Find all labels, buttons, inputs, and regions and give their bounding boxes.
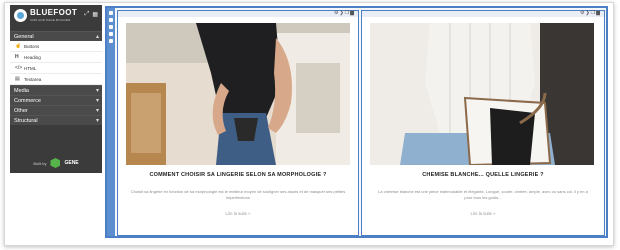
- move-icon[interactable]: [109, 11, 113, 15]
- section-general[interactable]: General ▴: [10, 31, 102, 41]
- grid-icon[interactable]: ▦: [92, 11, 98, 18]
- item-textarea[interactable]: ▤ Textarea: [10, 74, 102, 85]
- section-commerce-label: Commerce: [14, 98, 41, 104]
- chevron-down-icon: ▾: [95, 118, 99, 124]
- gene-label: GENE: [64, 160, 79, 166]
- built-by-footer: Built by GENE: [10, 153, 102, 173]
- settings-icon[interactable]: [109, 18, 113, 22]
- section-other[interactable]: Other ▾: [10, 105, 102, 115]
- item-label: Buttons: [24, 44, 40, 49]
- item-label: HTML: [24, 66, 37, 71]
- bluefoot-panel: BLUEFOOT CMS AND PAGE BUILDER ⤢ ▦ Genera…: [10, 5, 102, 173]
- item-label: Textarea: [24, 77, 42, 82]
- section-structural-label: Structural: [14, 118, 38, 124]
- item-buttons[interactable]: ☝ Buttons: [10, 41, 102, 52]
- code-icon: </>: [15, 65, 23, 71]
- add-icon[interactable]: [109, 32, 113, 36]
- section-commerce[interactable]: Commerce ▾: [10, 95, 102, 105]
- column-2[interactable]: ⚙❯❐▆ CHEMISE BLANCHE... QUELLE LINGERIE …: [361, 10, 605, 236]
- general-items: ☝ Buttons H Heading </> HTML ▤ Textarea: [10, 41, 102, 85]
- article-excerpt: La chemise blanche est une pièce indémod…: [378, 189, 588, 200]
- item-label: Heading: [24, 55, 41, 60]
- read-more-link[interactable]: Lire la suite »: [118, 211, 358, 216]
- shirt-photo: [370, 23, 594, 165]
- trash-icon[interactable]: ▆: [596, 10, 601, 16]
- column-1[interactable]: ⚙❯❐▆ COMMENT CHOISIR SA LINGERIE SELON S…: [117, 10, 359, 236]
- built-by-label: Built by: [33, 160, 47, 166]
- read-more-link[interactable]: Lire la suite »: [362, 211, 604, 216]
- article-image: [370, 23, 594, 165]
- section-general-label: General: [14, 34, 34, 40]
- editor-stage: ⚙❯❐▆ COMMENT CHOISIR SA LINGERIE SELON S…: [105, 6, 608, 238]
- trash-icon[interactable]: ▆: [350, 10, 355, 16]
- gene-logo-icon: [50, 158, 61, 168]
- brand-name: BLUEFOOT: [30, 8, 78, 17]
- section-media-label: Media: [14, 88, 29, 94]
- article-image: [126, 23, 350, 165]
- delete-icon[interactable]: [109, 39, 113, 43]
- textarea-icon: ▤: [15, 76, 20, 82]
- lingerie-photo: [126, 23, 350, 165]
- row-toolbar: [107, 8, 115, 236]
- pointer-icon: ☝: [15, 43, 22, 49]
- heading-icon: H: [15, 54, 19, 60]
- expand-icon[interactable]: ⤢: [85, 11, 90, 18]
- column-toolbar: ⚙❯❐▆: [118, 10, 358, 17]
- article-title: COMMENT CHOISIR SA LINGERIE SELON SA MOR…: [149, 172, 327, 178]
- bluefoot-logo-icon: [14, 9, 27, 22]
- article-excerpt: Choisir sa lingerie en fonction de sa mo…: [130, 189, 346, 200]
- section-other-label: Other: [14, 108, 28, 114]
- column-toolbar: ⚙❯❐▆: [362, 10, 604, 17]
- article-title: CHEMISE BLANCHE... QUELLE LINGERIE ?: [422, 172, 544, 178]
- item-html[interactable]: </> HTML: [10, 63, 102, 74]
- brand-tagline: CMS AND PAGE BUILDER: [30, 18, 71, 22]
- copy-icon[interactable]: [109, 25, 113, 29]
- item-heading[interactable]: H Heading: [10, 52, 102, 63]
- section-media[interactable]: Media ▾: [10, 85, 102, 95]
- column-tools: ⚙❯❐▆: [580, 10, 601, 16]
- section-structural[interactable]: Structural ▾: [10, 115, 102, 125]
- column-tools: ⚙❯❐▆: [334, 10, 355, 16]
- panel-header: BLUEFOOT CMS AND PAGE BUILDER ⤢ ▦: [10, 5, 102, 31]
